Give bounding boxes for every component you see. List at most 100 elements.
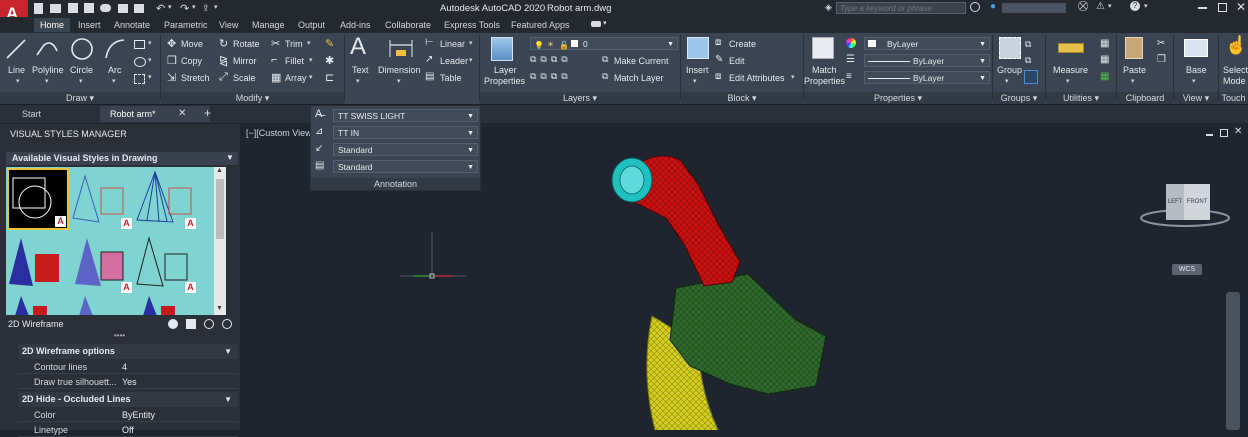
- vsm-title-bar[interactable]: VISUAL STYLES MANAGER: [0, 124, 240, 144]
- array-label[interactable]: Array: [285, 73, 307, 83]
- stretch-label[interactable]: Stretch: [181, 73, 210, 83]
- resize-grip-icon[interactable]: ••••: [114, 331, 125, 340]
- property-value[interactable]: Off: [122, 423, 134, 437]
- sign-in-field[interactable]: [1002, 3, 1066, 13]
- annotation-panel-title[interactable]: Annotation: [311, 178, 480, 190]
- copy-icon[interactable]: ❐: [167, 54, 177, 67]
- document-tab[interactable]: Robot arm*: [100, 106, 210, 122]
- group-selection-icon[interactable]: [1024, 70, 1038, 84]
- viewcube-front-face[interactable]: FRONT: [1184, 184, 1210, 220]
- tab-add-ins[interactable]: Add-ins: [334, 18, 377, 32]
- scroll-up-icon[interactable]: ▲: [216, 167, 223, 174]
- help-dropdown-icon[interactable]: ▾: [1144, 2, 1148, 10]
- trim-label[interactable]: Trim: [285, 39, 303, 49]
- ungroup-icon[interactable]: ⧉: [1025, 39, 1031, 50]
- close-icon[interactable]: ✕: [1236, 0, 1246, 14]
- match-properties-label-2[interactable]: Properties: [804, 76, 845, 86]
- user-icon[interactable]: ●: [990, 1, 996, 12]
- search-input[interactable]: [836, 2, 966, 14]
- lineweight-dropdown[interactable]: ByLayer ▼: [864, 54, 990, 67]
- line-icon[interactable]: [4, 37, 28, 61]
- vsm-group-header[interactable]: 2D Wireframe options ▼: [18, 344, 238, 359]
- cart-icon[interactable]: ⛒: [1078, 1, 1088, 12]
- viewport-minimize-icon[interactable]: [1206, 134, 1213, 136]
- plot-icon[interactable]: [118, 4, 128, 13]
- exchange-icon[interactable]: ⚠: [1096, 1, 1105, 12]
- hatch-dropdown-icon[interactable]: ▾: [148, 56, 152, 64]
- arc-icon[interactable]: [103, 37, 127, 61]
- text-style-dropdown[interactable]: TT SWISS LIGHT ▼: [333, 109, 478, 122]
- make-current-label[interactable]: Make Current: [614, 56, 669, 66]
- dimension-style-dropdown[interactable]: TT IN ▼: [333, 126, 478, 139]
- tab-view[interactable]: View: [213, 18, 244, 32]
- save-icon[interactable]: [68, 3, 78, 13]
- thumb-row3-partial[interactable]: [7, 296, 197, 315]
- group-label[interactable]: Group: [997, 65, 1022, 75]
- trim-dropdown-icon[interactable]: ▾: [307, 39, 311, 47]
- layer-properties-icon[interactable]: [491, 37, 513, 61]
- polyline-dropdown-icon[interactable]: ▾: [45, 77, 49, 85]
- leader-icon[interactable]: ↗: [425, 54, 433, 65]
- text-label[interactable]: Text: [352, 65, 369, 75]
- layer-tools-row1-icon[interactable]: ⧉⧉⧉⧉: [530, 54, 572, 65]
- binoculars-icon[interactable]: ◈: [825, 2, 832, 13]
- tab-home[interactable]: Home: [34, 18, 71, 32]
- wcs-menu[interactable]: WCS: [1172, 264, 1202, 275]
- insert-block-icon[interactable]: [687, 37, 709, 59]
- view-panel-title[interactable]: View ▾: [1174, 92, 1218, 104]
- trim-icon[interactable]: ✂: [271, 37, 280, 50]
- table-label[interactable]: Table: [440, 73, 462, 83]
- measure-icon[interactable]: [1058, 43, 1084, 53]
- hand-pointer-icon[interactable]: ☝: [1225, 35, 1247, 56]
- circle-dropdown-icon[interactable]: ▾: [79, 77, 83, 85]
- open-folder-icon[interactable]: [50, 4, 61, 13]
- circle-icon[interactable]: [70, 37, 94, 61]
- leader-dropdown-icon[interactable]: ▾: [469, 56, 473, 64]
- viewport-restore-icon[interactable]: [1220, 129, 1228, 137]
- layer-tools-row2-icon[interactable]: ⧉⧉⧉⧉: [530, 71, 572, 82]
- move-icon[interactable]: ✥: [167, 37, 176, 50]
- ribbon-toggle-dropdown-icon[interactable]: ▾: [603, 19, 607, 27]
- select-mode-label-2[interactable]: Mode: [1223, 76, 1246, 86]
- dimension-icon[interactable]: [387, 37, 415, 61]
- layers-panel-title[interactable]: Layers ▾: [480, 92, 680, 104]
- save-as-icon[interactable]: [84, 3, 94, 13]
- text-icon[interactable]: A: [350, 33, 366, 61]
- multileader-style-dropdown[interactable]: Standard ▼: [333, 143, 478, 156]
- thumb-sketchy[interactable]: A: [135, 232, 197, 294]
- layer-properties-label-2[interactable]: Properties: [484, 76, 525, 86]
- tab-annotate[interactable]: Annotate: [108, 18, 156, 32]
- match-layer-label[interactable]: Match Layer: [614, 73, 664, 83]
- vsm-property-row[interactable]: Draw true silhouett... Yes: [18, 375, 238, 389]
- lineweight-icon[interactable]: ☰: [846, 54, 855, 65]
- tab-express-tools[interactable]: Express Tools: [438, 18, 506, 32]
- redo-dropdown-icon[interactable]: ▾: [192, 3, 196, 11]
- linetype-icon[interactable]: ≡: [846, 71, 852, 82]
- vsm-section-header[interactable]: Available Visual Styles in Drawing ▼: [6, 152, 238, 165]
- rotate-icon[interactable]: ↻: [219, 37, 228, 50]
- thumb-shaded[interactable]: A: [71, 232, 133, 294]
- create-block-icon[interactable]: ⧈: [715, 37, 721, 48]
- vsm-property-row[interactable]: Contour lines 4: [18, 360, 238, 374]
- draw-panel-title[interactable]: Draw ▾: [0, 92, 160, 104]
- table-style-dropdown[interactable]: Standard ▼: [333, 160, 478, 173]
- id-point-icon[interactable]: ▦: [1100, 54, 1109, 65]
- exchange-dropdown-icon[interactable]: ▾: [1108, 2, 1112, 10]
- create-style-icon[interactable]: [168, 319, 178, 329]
- tab-collaborate[interactable]: Collaborate: [379, 18, 437, 32]
- vsm-property-row[interactable]: Linetype Off: [18, 423, 238, 437]
- match-properties-label-1[interactable]: Match: [812, 65, 837, 75]
- thumb-conceptual-wire[interactable]: A: [71, 168, 133, 230]
- linetype-dropdown[interactable]: ByLayer ▼: [864, 71, 990, 84]
- measure-dropdown-icon[interactable]: ▾: [1066, 77, 1070, 85]
- thumb-realistic[interactable]: [7, 232, 69, 294]
- undo-dropdown-icon[interactable]: ▾: [168, 3, 172, 11]
- edit-label[interactable]: Edit: [729, 56, 745, 66]
- thumb-hidden[interactable]: A: [135, 168, 197, 230]
- scale-label[interactable]: Scale: [233, 73, 256, 83]
- fillet-icon[interactable]: ⌐: [271, 54, 277, 66]
- paste-label[interactable]: Paste: [1123, 65, 1146, 75]
- rectangle-dropdown-icon[interactable]: ▾: [148, 39, 152, 47]
- property-value[interactable]: ByEntity: [122, 408, 155, 422]
- make-current-icon[interactable]: ⧉: [602, 54, 608, 65]
